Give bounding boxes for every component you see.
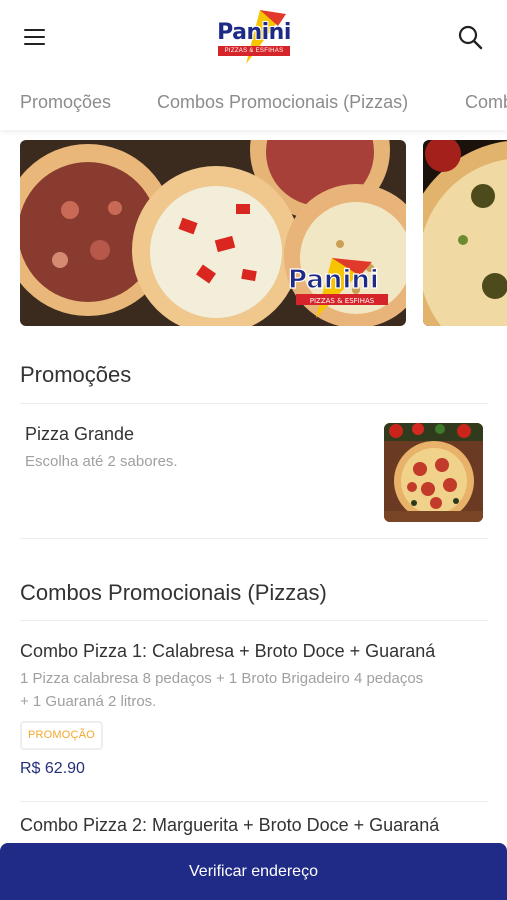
divider <box>20 801 488 802</box>
section-title-combos-promocionais: Combos Promocionais (Pizzas) <box>20 580 327 605</box>
tab-promocoes[interactable]: Promoções <box>20 92 111 113</box>
banner-tagline: PIZZAS & ESFIHAS <box>310 297 375 305</box>
product-name[interactable]: Pizza Grande <box>25 424 134 445</box>
hamburger-menu-icon[interactable] <box>22 26 48 48</box>
product-name[interactable]: Combo Pizza 2: Marguerita + Broto Doce +… <box>20 815 439 836</box>
logo-tagline: PIZZAS & ESFIHAS <box>218 46 290 56</box>
product-description: Escolha até 2 sabores. <box>25 453 178 470</box>
panini-logo[interactable]: Panini PIZZAS & ESFIHAS <box>212 6 296 64</box>
divider <box>20 403 488 404</box>
product-image-pizza-grande[interactable] <box>384 423 483 522</box>
app-header: Panini PIZZAS & ESFIHAS <box>0 0 507 76</box>
product-price: R$ 62.90 <box>20 760 85 777</box>
tab-combos[interactable]: Combos <box>465 92 507 113</box>
promo-badge: PROMOÇÃO <box>20 721 103 750</box>
promo-banner-panini[interactable]: Panini PIZZAS & ESFIHAS <box>20 140 406 326</box>
verify-address-button[interactable]: Verificar endereço <box>0 843 507 900</box>
section-title-promocoes: Promoções <box>20 362 132 387</box>
tab-combos-promocionais-pizzas[interactable]: Combos Promocionais (Pizzas) <box>157 92 408 113</box>
category-tabs: Promoções Combos Promocionais (Pizzas) C… <box>0 76 507 130</box>
product-name[interactable]: Combo Pizza 1: Calabresa + Broto Doce + … <box>20 641 435 662</box>
search-icon[interactable] <box>456 24 486 52</box>
divider <box>20 620 488 621</box>
promo-banner-carousel: Panini PIZZAS & ESFIHAS <box>0 140 507 326</box>
product-description-line-1: 1 Pizza calabresa 8 pedaços + 1 Broto Br… <box>20 670 424 687</box>
logo-wordmark: Panini <box>217 20 291 45</box>
banner-brand-text: Panini <box>288 265 379 295</box>
divider <box>20 538 488 539</box>
product-description-line-2: + 1 Guaraná 2 litros. <box>20 693 157 710</box>
promo-banner-pizza-olive[interactable] <box>423 140 507 326</box>
